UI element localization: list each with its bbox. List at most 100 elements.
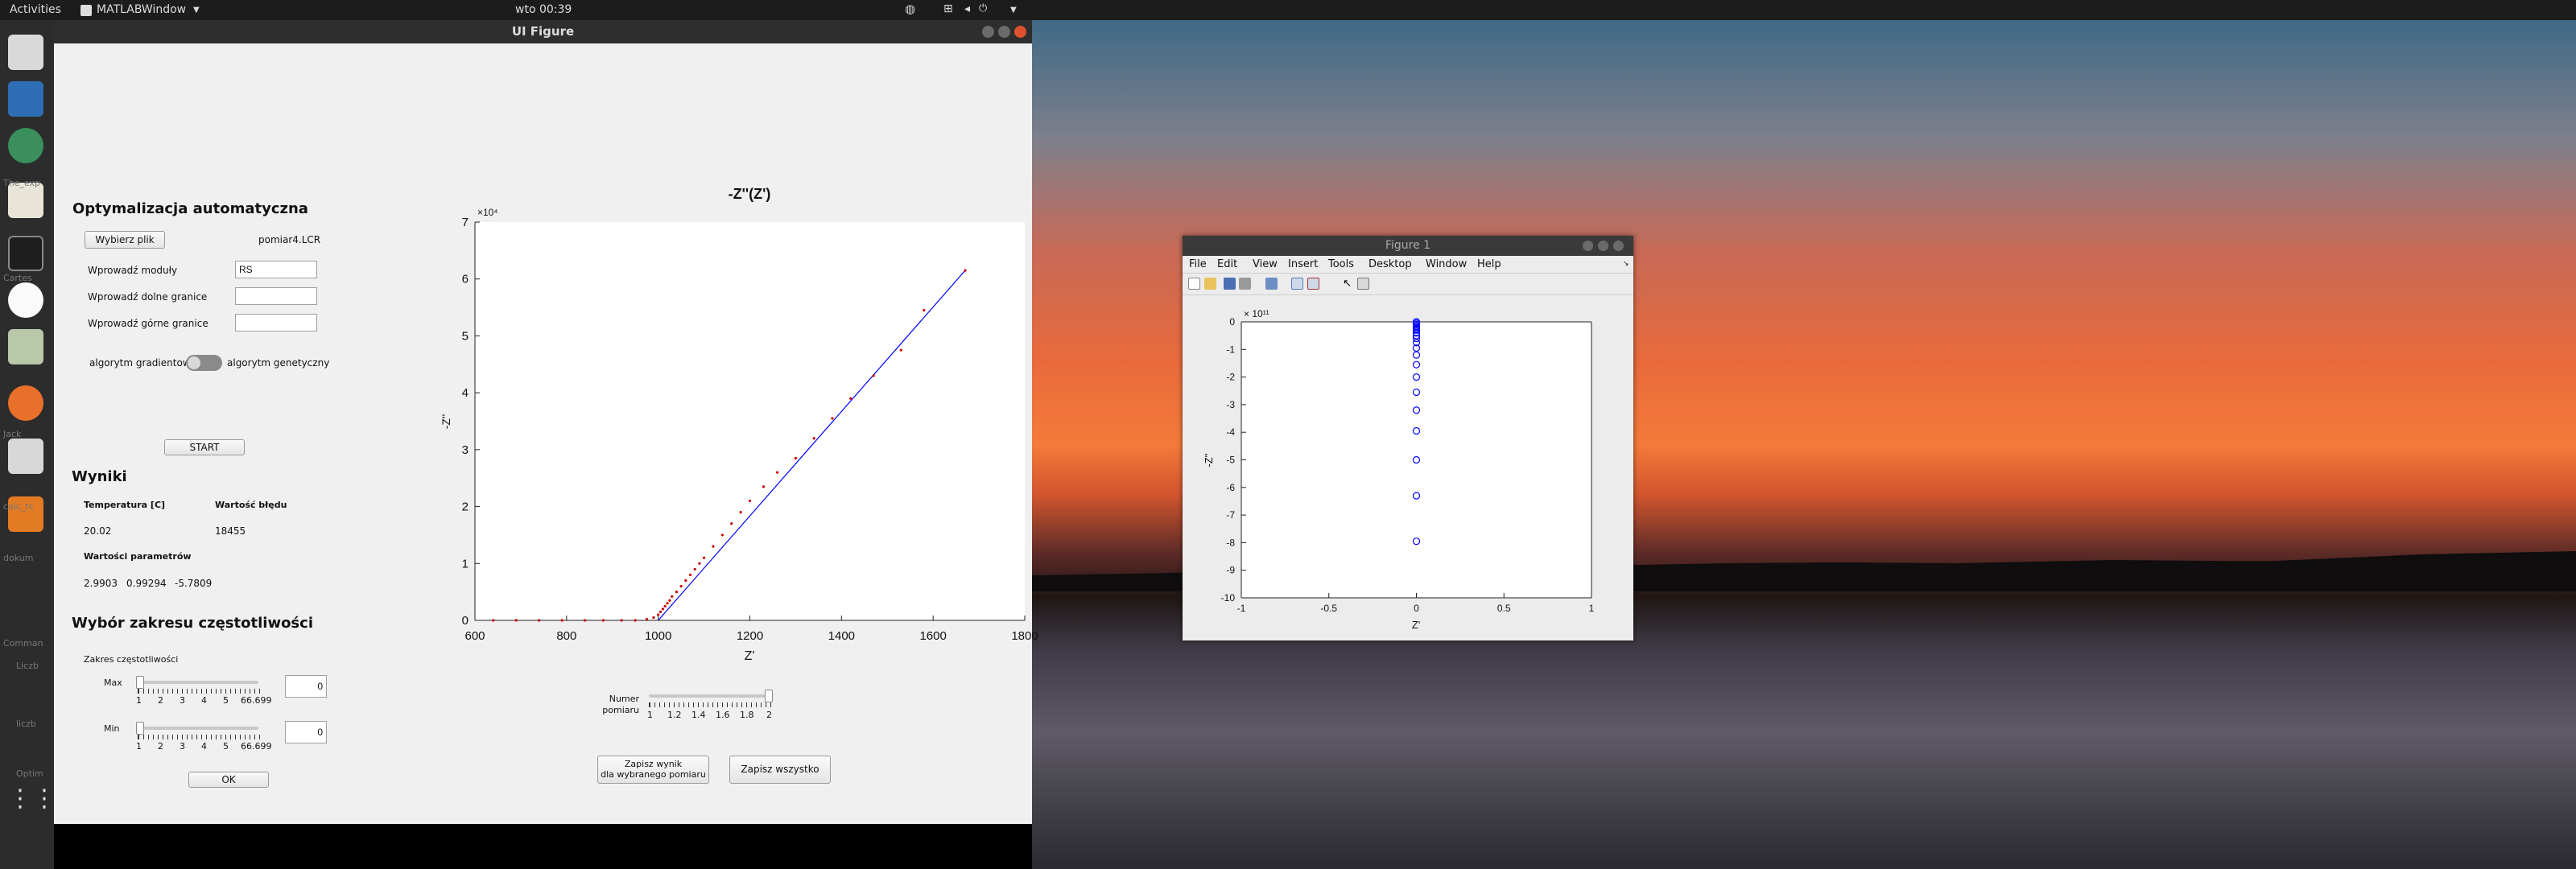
minimize-icon[interactable]: [1583, 241, 1593, 251]
main-chart-data-point: [693, 567, 696, 570]
dock: ⋮⋮ The_exp Cartes Jack calc_tc dokum Com…: [0, 20, 56, 869]
results-heading: Wyniki: [72, 468, 127, 485]
main-chart-y-tick-label: 1: [462, 557, 469, 570]
main-chart-x-tick-label: 800: [556, 629, 576, 643]
volume-icon[interactable]: ◂: [964, 2, 970, 15]
measurement-tick-label: 1.8: [740, 710, 754, 720]
main-chart-data-point: [923, 309, 926, 312]
main-chart-data-point: [720, 533, 724, 537]
main-chart-y-tick-label: 4: [462, 386, 469, 400]
show-apps-icon[interactable]: ⋮⋮: [8, 785, 56, 820]
main-chart-data-point: [712, 545, 715, 548]
close-icon[interactable]: [1613, 241, 1624, 251]
menu-help[interactable]: Help: [1477, 258, 1501, 270]
print-icon[interactable]: [1239, 278, 1251, 290]
algorithm-toggle-switch[interactable]: [186, 355, 222, 371]
choose-file-button[interactable]: Wybierz plik: [85, 231, 165, 249]
app-icon-red-ring[interactable]: [8, 282, 43, 318]
ui-figure-titlebar[interactable]: UI Figure: [54, 20, 1032, 43]
network-icon[interactable]: ◍: [905, 2, 915, 16]
start-button[interactable]: START: [164, 439, 245, 455]
save-selected-label: Zapisz wynik: [624, 759, 683, 769]
files-icon[interactable]: [8, 35, 43, 70]
writer-icon[interactable]: [8, 81, 43, 117]
system-menu-chevron-icon[interactable]: ▼: [1010, 6, 1017, 14]
maximize-icon[interactable]: [1598, 241, 1608, 251]
menu-insert[interactable]: Insert: [1288, 258, 1318, 270]
max-tick-label: 1: [136, 695, 142, 706]
y-exponent-label: ×10⁴: [477, 207, 498, 218]
ui-figure-body: Optymalizacja automatyczna Wybierz plik …: [54, 43, 1038, 824]
max-value-input[interactable]: [285, 675, 327, 698]
error-value-label: Wartość błędu: [215, 500, 287, 510]
network-tool-icon[interactable]: [8, 128, 43, 163]
figure1-chart-y-tick-label: -3: [1226, 399, 1235, 410]
close-icon[interactable]: [1014, 26, 1026, 38]
activities-button[interactable]: Activities: [10, 3, 61, 16]
measurement-tick-label: 2: [766, 710, 772, 720]
figure1-y-exponent-label: × 10¹¹: [1244, 308, 1269, 319]
save-all-button[interactable]: Zapisz wszystko: [729, 756, 831, 784]
pointer-icon[interactable]: ↖: [1343, 278, 1355, 290]
figure1-chart: × 10¹¹ Z' -Z'' -1 -0.5 0 0.5 1 0 -1 -2 -3 -4 -5 -6 -…: [1203, 308, 1595, 631]
save-icon[interactable]: [1224, 278, 1236, 290]
menu-view[interactable]: View: [1253, 258, 1278, 270]
measurement-slider-thumb[interactable]: [765, 690, 773, 702]
power-icon[interactable]: ⏻: [979, 2, 987, 14]
main-chart-data-point: [538, 619, 541, 622]
x-axis-label: Z': [745, 649, 755, 663]
main-chart-x-tick-label: 600: [464, 629, 485, 643]
dock-arrow-icon[interactable]: ↘: [1623, 260, 1629, 268]
main-chart-y-tick-label: 0: [462, 614, 469, 628]
max-tick-label: 66.699: [241, 695, 272, 706]
min-tick-label: 2: [158, 741, 163, 752]
min-value-input[interactable]: [285, 721, 327, 743]
minimize-icon[interactable]: [982, 26, 994, 38]
main-chart-data-point: [658, 610, 663, 613]
min-slider[interactable]: [138, 727, 258, 730]
measurement-slider[interactable]: [649, 694, 770, 698]
min-slider-thumb[interactable]: [136, 722, 144, 735]
open-file-icon[interactable]: [1204, 278, 1216, 290]
main-chart-x-tick-label: 1400: [828, 629, 855, 643]
figure1-titlebar[interactable]: Figure 1: [1183, 236, 1633, 256]
lower-bounds-input[interactable]: [235, 287, 317, 305]
menu-window[interactable]: Window: [1426, 258, 1467, 270]
matlab-dock-icon[interactable]: [8, 439, 43, 474]
menu-desktop[interactable]: Desktop: [1368, 258, 1412, 270]
top-bar: Activities MATLABWindow ▼ wto 00:39 ◍ ⊞ …: [0, 0, 2576, 20]
max-slider-thumb[interactable]: [136, 676, 144, 689]
figure1-chart-y-tick-label: -6: [1226, 482, 1235, 493]
min-tick-label: 3: [180, 741, 185, 752]
colorbar-icon[interactable]: [1291, 278, 1303, 290]
ok-button[interactable]: OK: [188, 772, 269, 788]
app-menu-label[interactable]: MATLABWindow: [97, 3, 186, 16]
print-preview-icon[interactable]: [1265, 278, 1278, 290]
maximize-icon[interactable]: [998, 26, 1010, 38]
terminal-icon[interactable]: [8, 236, 43, 271]
figure1-chart-y-tick-label: -8: [1226, 537, 1235, 548]
menu-edit[interactable]: Edit: [1217, 258, 1237, 270]
max-slider[interactable]: [138, 681, 258, 684]
main-chart-data-point: [698, 562, 701, 565]
lan-icon[interactable]: ⊞: [943, 2, 953, 15]
chevron-down-icon[interactable]: ▼: [193, 6, 200, 14]
upper-bounds-input[interactable]: [235, 314, 317, 332]
modules-input[interactable]: [235, 261, 317, 278]
ui-figure-title: UI Figure: [511, 24, 575, 39]
legend-icon[interactable]: [1307, 278, 1319, 290]
error-value: 18455: [215, 525, 246, 537]
property-editor-icon[interactable]: [1357, 278, 1369, 290]
modules-label: Wprowadź moduły: [88, 265, 178, 276]
firefox-icon[interactable]: [8, 385, 43, 421]
menu-file[interactable]: File: [1189, 258, 1207, 270]
main-chart-data-point: [668, 599, 671, 602]
image-viewer-icon[interactable]: [8, 329, 43, 364]
max-tick-label: 4: [201, 695, 207, 706]
clock[interactable]: wto 00:39: [515, 3, 572, 16]
main-chart-x-tick-label: 1000: [645, 629, 671, 643]
save-selected-button[interactable]: Zapisz wynik dla wybranego pomiaru: [597, 756, 709, 784]
main-chart-x-tick-label: 1200: [737, 629, 763, 643]
menu-tools[interactable]: Tools: [1328, 258, 1354, 270]
new-figure-icon[interactable]: [1188, 278, 1200, 290]
